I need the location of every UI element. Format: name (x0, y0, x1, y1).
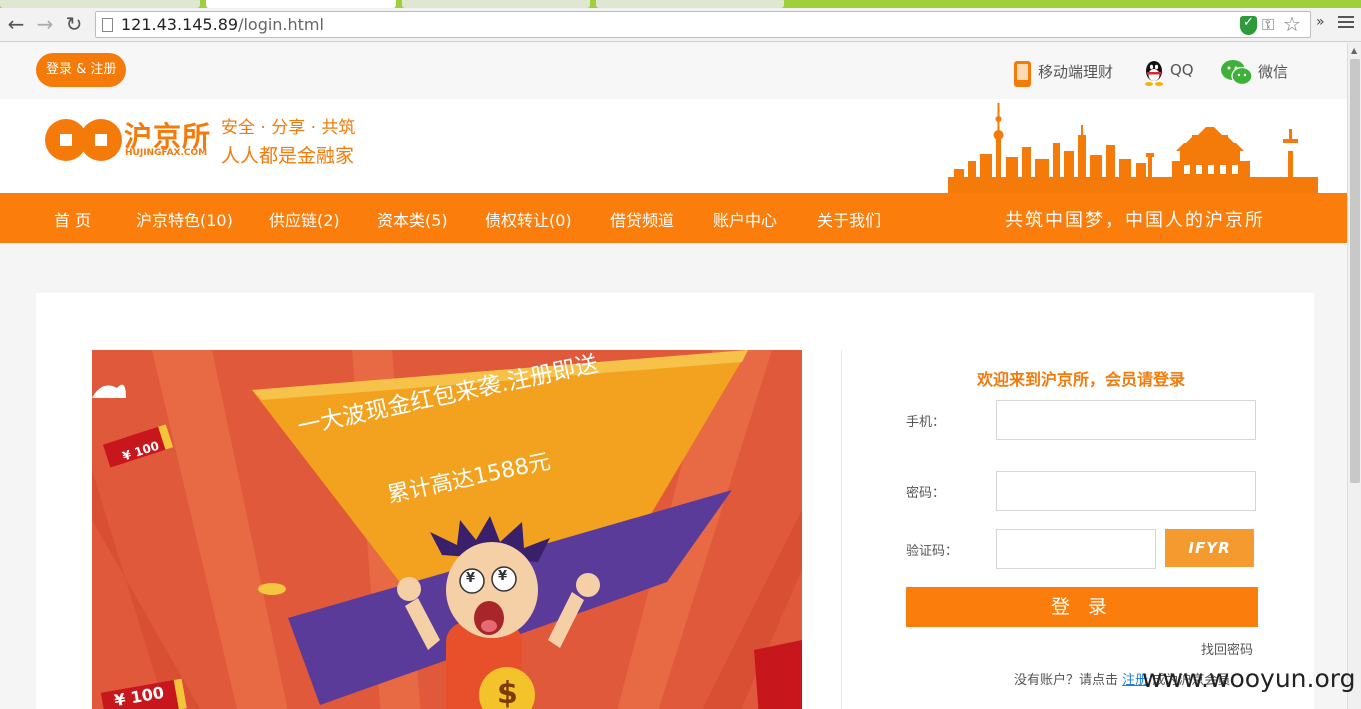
page-icon (102, 18, 113, 32)
bookmark-star-icon[interactable]: ☆ (1283, 12, 1301, 36)
browser-menu-icon[interactable] (1338, 16, 1354, 30)
scroll-up-arrow-icon[interactable]: ▲ (1351, 46, 1357, 55)
browser-toolbar: ← → ↻ 121.43.145.89/login.html ⚿ ☆ » (0, 8, 1361, 42)
panel-divider (841, 350, 842, 709)
url-path: /login.html (238, 15, 324, 34)
nav-item-debt-transfer[interactable]: 债权转让(0) (485, 207, 572, 231)
phone-label: 手机： (906, 415, 946, 430)
logo-domain: HUJINGFAX.COM (125, 148, 208, 158)
reload-icon[interactable]: ↻ (62, 12, 86, 36)
slogan-line-1: 安全 · 分享 · 共筑 (221, 118, 356, 138)
nav-item-account[interactable]: 账户中心 (713, 207, 777, 231)
forward-icon[interactable]: → (33, 12, 57, 36)
extensions-overflow-button[interactable]: » (1316, 14, 1325, 30)
site-header: 沪京所 HUJINGFAX.COM 安全 · 分享 · 共筑 人人都是金融家 (0, 99, 1347, 193)
login-submit-button[interactable]: 登 录 (906, 587, 1258, 627)
nav-item-about[interactable]: 关于我们 (817, 207, 881, 231)
browser-tab[interactable] (0, 0, 200, 8)
city-skyline-illustration (948, 103, 1318, 193)
top-bar: 登录 & 注册 移动端理财 QQ 微信 (0, 43, 1347, 99)
promo-banner[interactable]: 一大波现金红包来袭.注册即送 累计高达1588元 ¥ 100 ¥ 100 ¥ ¥… (92, 350, 802, 709)
password-label: 密码： (906, 486, 946, 501)
nav-item-lending[interactable]: 借贷频道 (610, 207, 674, 231)
no-account-text: 没有账户？请点击 (1014, 673, 1119, 688)
dollar-coin-icon: $ (497, 676, 518, 709)
eye-yen-right: ¥ (498, 569, 508, 584)
captcha-label: 验证码： (906, 544, 959, 559)
page-viewport: 登录 & 注册 移动端理财 QQ 微信 沪京所 HUJINGFAX.COM 安全… (0, 43, 1347, 709)
shield-icon[interactable] (1240, 15, 1257, 35)
key-icon[interactable]: ⚿ (1262, 15, 1274, 35)
mobile-finance-link[interactable]: 移动端理财 (1038, 61, 1113, 82)
login-welcome-title: 欢迎来到沪京所，会员请登录 (977, 370, 1186, 389)
captcha-image[interactable]: IFYR (1165, 529, 1254, 567)
forgot-password-link[interactable]: 找回密码 (1201, 639, 1253, 658)
address-bar[interactable]: 121.43.145.89/login.html ⚿ ☆ (95, 11, 1311, 38)
url-host: 121.43.145.89 (121, 15, 239, 34)
mobile-phone-icon[interactable] (1014, 61, 1031, 87)
login-register-button[interactable]: 登录 & 注册 (36, 53, 127, 87)
eye-yen-left: ¥ (466, 571, 476, 586)
watermark-text: www.wooyun.org (1142, 664, 1356, 693)
nav-item-capital[interactable]: 资本类(5) (377, 207, 448, 231)
nav-motto: 共筑中国梦，中国人的沪京所 (1005, 210, 1265, 231)
captcha-input[interactable] (996, 529, 1156, 569)
back-icon[interactable]: ← (4, 12, 28, 36)
logo-coins-icon[interactable] (44, 117, 124, 163)
browser-tab-active[interactable] (206, 0, 396, 8)
nav-item-features[interactable]: 沪京特色(10) (136, 207, 233, 231)
page-scrollbar[interactable]: ▲ (1347, 43, 1361, 709)
slogan-line-2: 人人都是金融家 (221, 145, 355, 167)
wechat-link[interactable]: 微信 (1258, 61, 1288, 82)
scrollbar-thumb[interactable] (1350, 59, 1360, 483)
address-url[interactable]: 121.43.145.89/login.html (121, 15, 324, 34)
browser-tab[interactable] (596, 0, 784, 8)
qq-penguin-icon[interactable] (1143, 59, 1165, 87)
wechat-icon[interactable] (1220, 59, 1253, 87)
main-nav: 首 页 沪京特色(10) 供应链(2) 资本类(5) 债权转让(0) 借贷频道 … (0, 193, 1347, 243)
password-input[interactable] (996, 471, 1256, 511)
browser-tab-strip (0, 0, 1361, 8)
login-panel: 一大波现金红包来袭.注册即送 累计高达1588元 ¥ 100 ¥ 100 ¥ ¥… (36, 293, 1314, 709)
nav-item-supply-chain[interactable]: 供应链(2) (269, 207, 340, 231)
phone-input[interactable] (996, 400, 1256, 440)
qq-link[interactable]: QQ (1170, 61, 1194, 79)
browser-tab[interactable] (402, 0, 590, 8)
nav-item-home[interactable]: 首 页 (54, 207, 91, 231)
